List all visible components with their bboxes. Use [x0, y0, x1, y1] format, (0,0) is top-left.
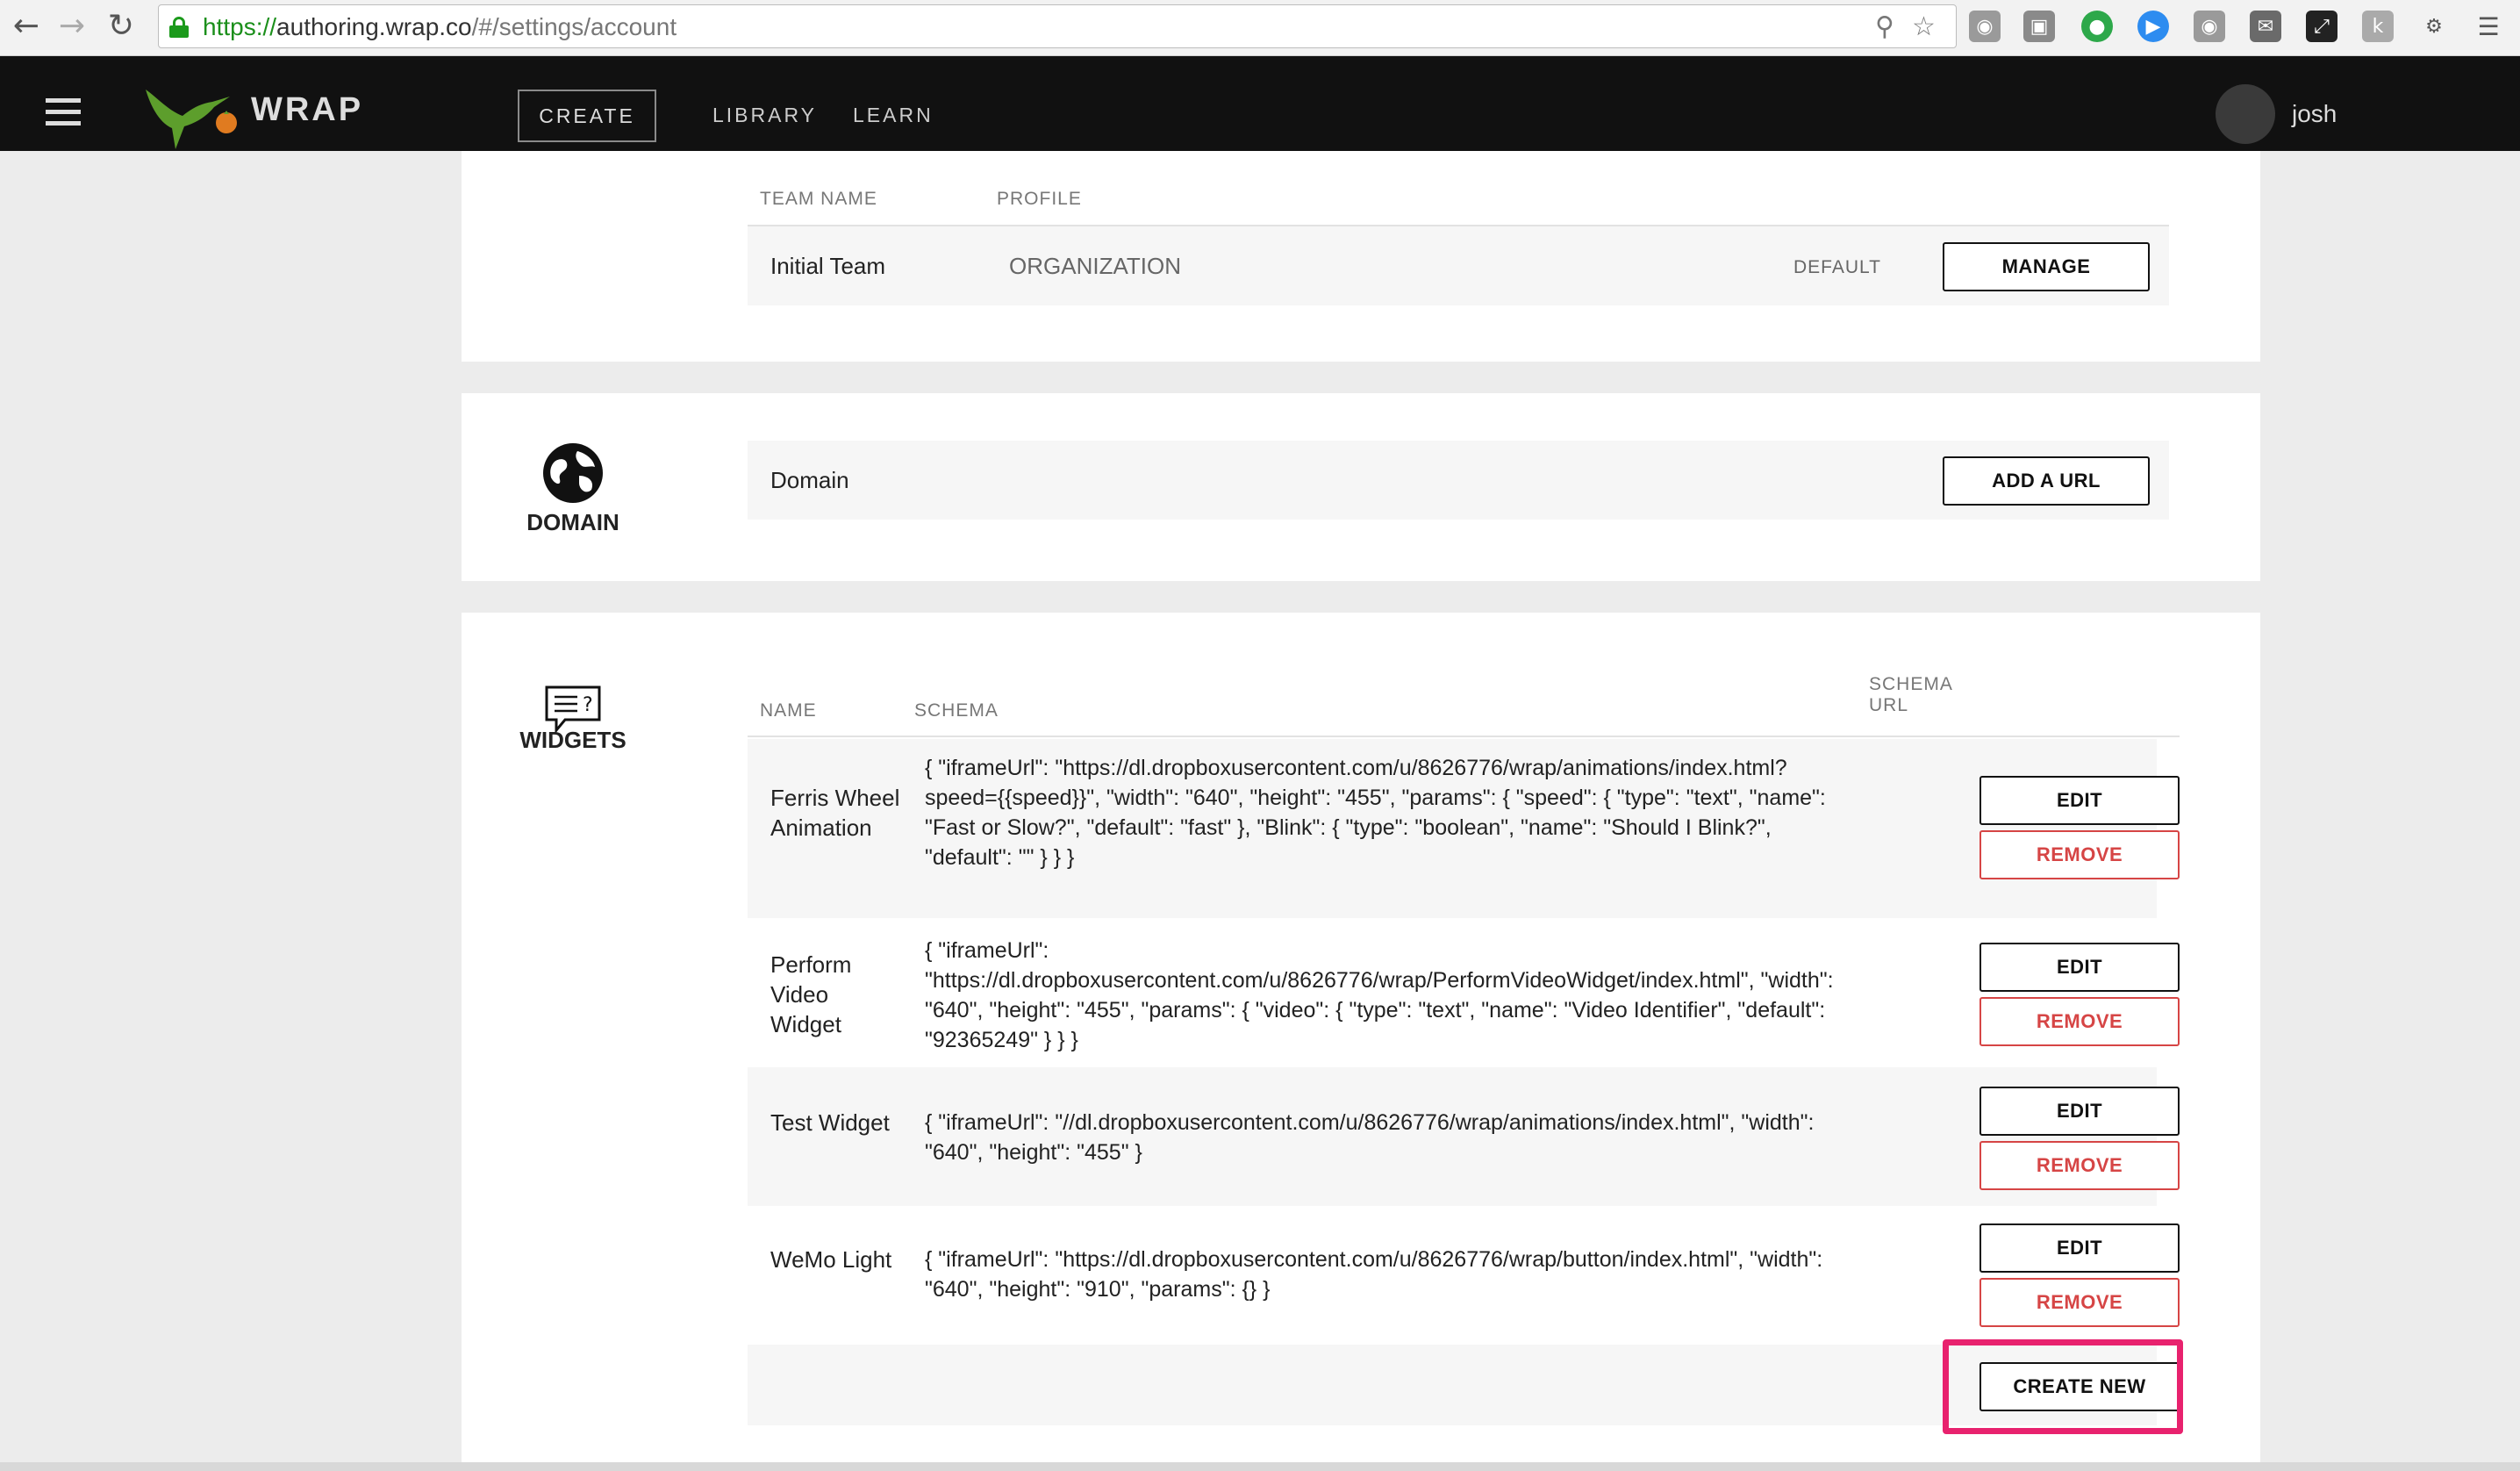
zoom-icon[interactable]: ⚲: [1875, 14, 1894, 40]
address-bar[interactable]: https://authoring.wrap.co/#/settings/acc…: [158, 4, 1957, 48]
team-profile: ORGANIZATION: [1009, 253, 1181, 279]
star-icon[interactable]: ☆: [1912, 14, 1936, 40]
remove-button[interactable]: REMOVE: [1979, 830, 2180, 879]
col-name: NAME: [760, 700, 817, 721]
widget-name: WeMo Light: [770, 1246, 892, 1273]
remove-button[interactable]: REMOVE: [1979, 1141, 2180, 1190]
camera-icon[interactable]: ◉: [1969, 11, 2001, 42]
widget-name: Test Widget: [770, 1109, 890, 1136]
username[interactable]: josh: [2292, 100, 2337, 128]
status-badge: DEFAULT: [1793, 257, 1881, 277]
lock-icon: [169, 17, 189, 38]
domain-card: DOMAIN Domain ADD A URL: [462, 393, 2260, 581]
video-icon[interactable]: ▶: [2137, 11, 2169, 42]
tab-library[interactable]: LIBRARY: [712, 104, 817, 127]
arrow-left-icon[interactable]: ←: [7, 7, 46, 46]
menu-icon[interactable]: ☰: [2473, 11, 2504, 42]
highlight-box: [1943, 1339, 2183, 1434]
domain-label: Domain: [770, 467, 849, 493]
edit-button[interactable]: EDIT: [1979, 943, 2180, 992]
svg-text:?: ?: [583, 694, 593, 716]
col-team-name: TEAM NAME: [760, 189, 877, 209]
widget-schema: { "iframeUrl": "https://dl.dropboxuserco…: [925, 756, 1826, 870]
app-header: WRAP CREATE LIBRARY LEARN josh: [0, 56, 2520, 151]
hamburger-icon[interactable]: [46, 98, 81, 128]
col-schema-url: SCHEMA URL: [1869, 674, 1953, 716]
expand-icon[interactable]: ⤢: [2306, 11, 2337, 42]
widgets-section-title: WIDGETS: [519, 727, 626, 753]
globe-icon: [543, 443, 603, 503]
remove-button[interactable]: REMOVE: [1979, 997, 2180, 1046]
browser-toolbar: ← → ↻ https://authoring.wrap.co/#/settin…: [0, 0, 2520, 56]
screenshot-icon[interactable]: ◉: [2194, 11, 2225, 42]
widget-schema: { "iframeUrl": "//dl.dropboxusercontent.…: [925, 1110, 1815, 1165]
divider: [748, 736, 2180, 737]
col-profile: PROFILE: [997, 189, 1082, 209]
col-schema-url-line2: URL: [1869, 695, 1909, 715]
remove-button[interactable]: REMOVE: [1979, 1278, 2180, 1327]
reload-icon[interactable]: ↻: [102, 7, 140, 46]
team-name: Initial Team: [770, 253, 886, 279]
domain-row: Domain ADD A URL: [748, 441, 2169, 520]
widget-name: Perform Video Widget: [770, 951, 852, 1037]
teams-card: TEAM NAME PROFILE Initial Team ORGANIZAT…: [462, 151, 2260, 362]
edit-button[interactable]: EDIT: [1979, 1223, 2180, 1273]
widget-schema: { "iframeUrl": "https://dl.dropboxuserco…: [925, 1247, 1823, 1302]
mail-icon[interactable]: ✉: [2250, 11, 2281, 42]
page-bottom-edge: [0, 1462, 2520, 1471]
table-row: Initial Team ORGANIZATION DEFAULT MANAGE: [748, 226, 2169, 305]
edit-button[interactable]: EDIT: [1979, 776, 2180, 825]
extension-k-icon[interactable]: k: [2362, 11, 2394, 42]
brand-name: WRAP: [251, 91, 364, 128]
tab-learn[interactable]: LEARN: [853, 104, 934, 127]
extension-green-icon[interactable]: ●: [2081, 11, 2113, 42]
tool-icon[interactable]: ⚙: [2418, 11, 2450, 42]
manage-button[interactable]: MANAGE: [1943, 242, 2150, 291]
avatar[interactable]: [2216, 84, 2275, 144]
widget-name: Ferris Wheel Animation: [770, 785, 900, 841]
hummingbird-logo: [146, 90, 237, 149]
arrow-right-icon[interactable]: →: [53, 7, 91, 46]
domain-section-title: DOMAIN: [526, 509, 619, 535]
col-schema-url-line1: SCHEMA: [1869, 674, 1953, 694]
url-text: https://authoring.wrap.co/#/settings/acc…: [203, 13, 677, 40]
edit-button[interactable]: EDIT: [1979, 1087, 2180, 1136]
tab-create[interactable]: CREATE: [518, 90, 656, 142]
cast-icon[interactable]: ▣: [2023, 11, 2055, 42]
widget-schema: { "iframeUrl": "https://dl.dropboxuserco…: [925, 938, 1834, 1052]
add-url-button[interactable]: ADD A URL: [1943, 456, 2150, 506]
col-schema: SCHEMA: [914, 700, 999, 721]
